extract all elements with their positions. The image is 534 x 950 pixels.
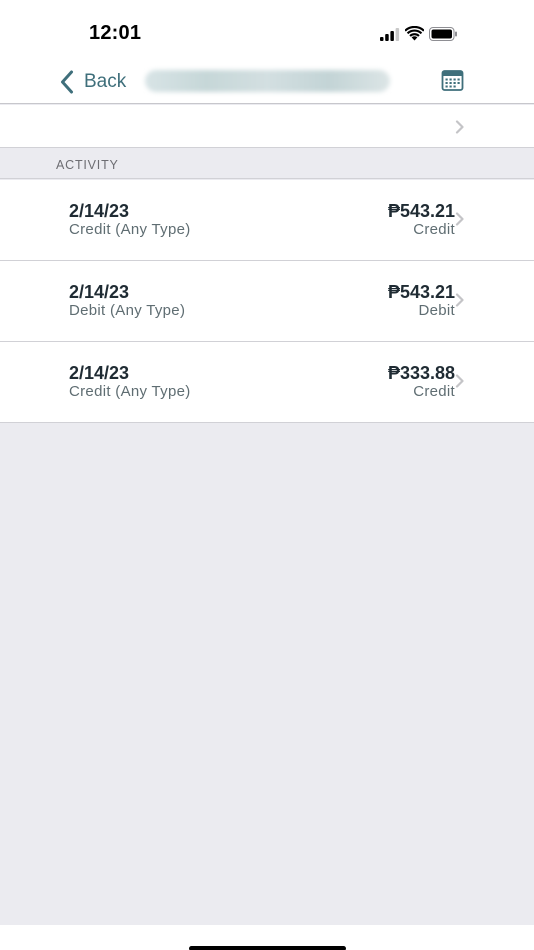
bottom-bar [0, 925, 534, 950]
activity-description: Credit (Any Type) [69, 221, 191, 238]
activity-row[interactable]: 2/14/23 Debit (Any Type) ₱543.21 Debit [0, 261, 534, 342]
back-label: Back [84, 71, 127, 92]
chevron-right-icon [455, 212, 464, 226]
activity-type: Credit [413, 383, 455, 400]
chevron-right-icon [455, 374, 464, 388]
calendar-button[interactable] [441, 69, 464, 92]
home-indicator[interactable] [189, 946, 346, 950]
activity-row[interactable]: 2/14/23 Credit (Any Type) ₱543.21 Credit [0, 180, 534, 261]
calendar-icon [441, 70, 464, 91]
activity-amount: ₱543.21 [387, 282, 455, 302]
section-title: ACTIVITY [56, 158, 119, 172]
section-header: ACTIVITY [0, 148, 534, 179]
activity-list: 2/14/23 Credit (Any Type) ₱543.21 Credit… [0, 180, 534, 423]
chevron-right-icon [455, 120, 464, 134]
activity-description: Credit (Any Type) [69, 383, 191, 400]
activity-date: 2/14/23 [69, 201, 130, 221]
cellular-signal-icon [380, 28, 400, 41]
back-button[interactable]: Back [60, 68, 126, 96]
activity-date: 2/14/23 [69, 282, 130, 302]
status-bar: 12:01 [0, 0, 534, 60]
nav-bar: Back [0, 60, 534, 104]
chevron-right-icon [455, 293, 464, 307]
activity-date: 2/14/23 [69, 363, 130, 383]
activity-description: Debit (Any Type) [69, 302, 186, 319]
status-time: 12:01 [89, 22, 142, 44]
activity-amount: ₱333.88 [387, 363, 455, 383]
chevron-left-icon [61, 70, 73, 94]
account-row[interactable] [0, 105, 534, 148]
wifi-icon [405, 26, 424, 41]
activity-type: Credit [413, 221, 455, 238]
nav-title-blurred [145, 70, 390, 92]
activity-amount: ₱543.21 [387, 201, 455, 221]
activity-row[interactable]: 2/14/23 Credit (Any Type) ₱333.88 Credit [0, 342, 534, 423]
activity-type: Debit [418, 302, 455, 319]
battery-icon [429, 27, 457, 41]
